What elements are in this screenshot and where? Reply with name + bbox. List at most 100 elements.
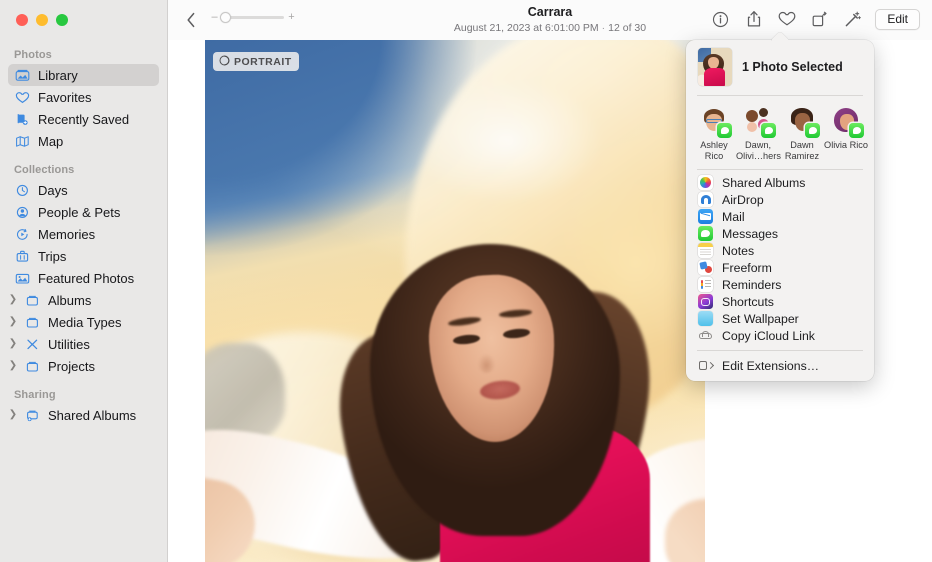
sidebar-item-media-types[interactable]: ❯ Media Types (8, 311, 159, 333)
chevron-right-icon[interactable]: ❯ (8, 295, 18, 305)
sidebar-item-map[interactable]: Map (8, 130, 159, 152)
sidebar-item-label: Media Types (48, 315, 121, 330)
sidebar-item-recently-saved[interactable]: Recently Saved (8, 108, 159, 130)
photo-nose (478, 354, 495, 373)
map-icon (14, 134, 31, 149)
enhance-wand-icon[interactable] (842, 8, 863, 30)
sidebar-item-label: Days (38, 183, 68, 198)
clock-icon (14, 183, 31, 198)
contact-name-line1: Dawn (790, 140, 814, 151)
info-icon[interactable] (710, 8, 731, 30)
photo-index: 12 of 30 (608, 22, 646, 34)
sidebar-item-favorites[interactable]: Favorites (8, 86, 159, 108)
popover-footer: Edit Extensions… (686, 351, 874, 377)
close-button[interactable] (16, 14, 28, 26)
zoom-out-label[interactable]: – (210, 12, 219, 23)
messages-badge (805, 123, 820, 138)
share-item-label: Set Wallpaper (722, 312, 799, 326)
portrait-badge-label: PORTRAIT (234, 56, 292, 68)
sidebar-item-albums[interactable]: ❯ Albums (8, 289, 159, 311)
person-circle-icon (14, 205, 31, 220)
sidebar-scroll: Photos Library Favorites (0, 44, 167, 562)
icloud-link-icon (698, 328, 713, 343)
sidebar-item-label: Shared Albums (48, 408, 136, 423)
sidebar-item-people-and-pets[interactable]: People & Pets (8, 201, 159, 223)
share-item-reminders[interactable]: Reminders (686, 276, 874, 293)
avatar-wrap (698, 105, 730, 137)
sidebar-item-label: Trips (38, 249, 66, 264)
sidebar-item-label: Memories (38, 227, 95, 242)
toolbar-actions: Edit (710, 8, 920, 30)
zoom-slider[interactable]: – + (210, 12, 296, 23)
sidebar-item-label: Recently Saved (38, 112, 129, 127)
contact-dawn-ramirez[interactable]: Dawn Ramirez (780, 105, 824, 161)
thumbnail-top (704, 68, 725, 86)
displayed-photo[interactable]: PORTRAIT (205, 40, 705, 562)
sidebar-item-label: Featured Photos (38, 271, 134, 286)
share-item-messages[interactable]: Messages (686, 225, 874, 242)
contact-name-line1: Ashley (700, 140, 728, 151)
messages-badge (849, 123, 864, 138)
share-item-label: Freeform (722, 261, 772, 275)
library-icon (14, 68, 31, 83)
share-item-mail[interactable]: Mail (686, 208, 874, 225)
minimize-button[interactable] (36, 14, 48, 26)
sidebar-item-days[interactable]: Days (8, 179, 159, 201)
share-item-label: Notes (722, 244, 754, 258)
sidebar-item-library[interactable]: Library (8, 64, 159, 86)
contact-name-line2: Ramirez (785, 151, 819, 162)
suitcase-icon (14, 249, 31, 264)
sidebar-item-shared-albums[interactable]: ❯ Shared Albums (8, 404, 159, 426)
sidebar-item-projects[interactable]: ❯ Projects (8, 355, 159, 377)
shortcuts-icon (698, 294, 713, 309)
chevron-right-icon[interactable]: ❯ (8, 339, 18, 349)
sidebar-item-label: People & Pets (38, 205, 120, 220)
share-item-shared-albums[interactable]: Shared Albums (686, 174, 874, 191)
speech-bubble-icon (853, 127, 861, 134)
sidebar-item-utilities[interactable]: ❯ Utilities (8, 333, 159, 355)
share-item-copy-icloud-link[interactable]: Copy iCloud Link (686, 327, 874, 344)
share-item-edit-extensions[interactable]: Edit Extensions… (686, 357, 874, 374)
share-item-notes[interactable]: Notes (686, 242, 874, 259)
sidebar-section-header-sharing: Sharing (0, 377, 167, 404)
rotate-icon[interactable] (809, 8, 830, 30)
popover-title: 1 Photo Selected (742, 60, 843, 74)
share-item-freeform[interactable]: Freeform (686, 259, 874, 276)
sidebar-item-label: Library (38, 68, 78, 83)
sidebar-section-header-photos: Photos (0, 44, 167, 64)
sidebar-item-memories[interactable]: Memories (8, 223, 159, 245)
contact-ashley-rico[interactable]: Ashley Rico (692, 105, 736, 161)
zoom-button[interactable] (56, 14, 68, 26)
back-button[interactable] (180, 9, 202, 31)
speech-bubble-icon (721, 127, 729, 134)
share-item-label: Messages (722, 227, 778, 241)
photo-icon (14, 271, 31, 286)
chevron-right-icon[interactable]: ❯ (8, 361, 18, 371)
share-item-airdrop[interactable]: AirDrop (686, 191, 874, 208)
folder-icon (24, 293, 41, 308)
sidebar: Photos Library Favorites (0, 0, 168, 562)
extensions-icon (698, 358, 713, 373)
avatar-wrap (786, 105, 818, 137)
zoom-slider-knob[interactable] (220, 12, 231, 23)
heart-icon (14, 90, 31, 105)
contact-olivia-rico[interactable]: Olivia Rico (824, 105, 868, 161)
zoom-slider-track[interactable] (222, 16, 284, 19)
sidebar-item-featured-photos[interactable]: Featured Photos (8, 267, 159, 289)
status-badge: PORTRAIT (213, 52, 299, 71)
folder-icon (24, 315, 41, 330)
share-icon[interactable] (743, 8, 764, 30)
sidebar-item-trips[interactable]: Trips (8, 245, 159, 267)
favorite-heart-icon[interactable] (776, 8, 797, 30)
share-item-shortcuts[interactable]: Shortcuts (686, 293, 874, 310)
sidebar-item-label: Utilities (48, 337, 90, 352)
share-item-set-wallpaper[interactable]: Set Wallpaper (686, 310, 874, 327)
edit-button[interactable]: Edit (875, 9, 920, 30)
messages-badge (761, 123, 776, 138)
zoom-in-label[interactable]: + (287, 12, 296, 23)
memories-icon (14, 227, 31, 242)
chevron-right-icon[interactable]: ❯ (8, 410, 18, 420)
contact-name-line1: Olivia Rico (824, 140, 868, 151)
chevron-right-icon[interactable]: ❯ (8, 317, 18, 327)
contact-dawn-olivia-others[interactable]: Dawn, Olivi…hers (736, 105, 780, 161)
